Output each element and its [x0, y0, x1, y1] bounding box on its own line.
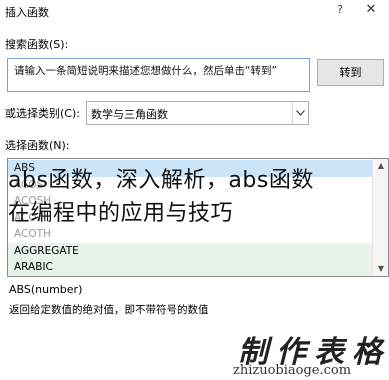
function-syntax: ABS(number)	[9, 283, 83, 296]
list-item-aggregate[interactable]: AGGREGATE	[8, 242, 373, 259]
overlay-line-1: abs函数，深入解析，abs函数	[8, 168, 314, 193]
title-bar: 插入函数 ? ✕	[0, 0, 389, 22]
list-item-arabic[interactable]: ARABIC	[8, 259, 373, 276]
search-function-input[interactable]: 请输入一条简短说明来描述您想做什么，然后单击“转到”	[7, 58, 310, 92]
scroll-down-arrow-icon[interactable]: ▼	[373, 262, 388, 276]
goto-button[interactable]: 转到	[317, 59, 384, 86]
watermark-url: zhizuobiaoge.com	[233, 363, 352, 378]
function-list-label: 选择函数(N):	[5, 139, 70, 152]
category-select[interactable]: 数学与三角函数	[86, 101, 309, 125]
insert-function-dialog: 插入函数 ? ✕ 搜索函数(S): 请输入一条简短说明来描述您想做什么，然后单击…	[0, 0, 389, 380]
dialog-title: 插入函数	[5, 6, 49, 19]
function-description: 返回给定数值的绝对值，即不带符号的数值	[9, 304, 209, 316]
chevron-down-icon[interactable]	[292, 102, 308, 124]
help-button[interactable]: ?	[332, 2, 348, 18]
overlay-line-2: 在编程中的应用与技巧	[8, 201, 234, 226]
close-button[interactable]: ✕	[362, 1, 380, 19]
category-selected-value: 数学与三角函数	[91, 108, 168, 121]
search-function-label: 搜索函数(S):	[5, 38, 69, 51]
watermark-logo: 制作表格 zhizuobiaoge.com	[233, 325, 389, 380]
category-label: 或选择类别(C):	[5, 107, 80, 120]
article-title-overlay: abs函数，深入解析，abs函数 在编程中的应用与技巧	[8, 164, 389, 230]
